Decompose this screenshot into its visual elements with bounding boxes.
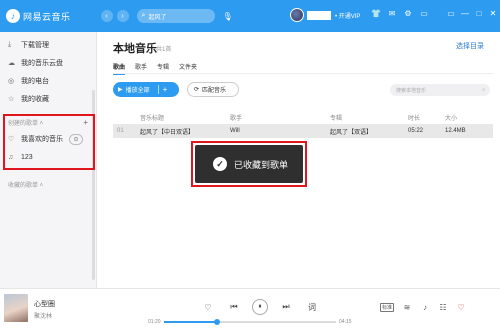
column-header-title[interactable]: 音乐标题 [127, 113, 230, 122]
section-title: 收藏的歌单 ˄ [8, 182, 44, 189]
logo-icon: ♪ [6, 9, 20, 23]
play-all-label: 播放全部 [125, 88, 150, 94]
tab-divider [113, 73, 493, 74]
sidebar-item-radio[interactable]: ◎ 我的电台 [0, 72, 96, 90]
sidebar-item-label: 我的收藏 [21, 96, 49, 103]
progress-handle[interactable] [214, 319, 221, 325]
row-size: 12.4MB [445, 128, 466, 134]
maximize-icon[interactable]: □ [472, 9, 486, 18]
highlight-frame-playlists [3, 114, 95, 170]
next-icon[interactable]: ⏭ [273, 302, 299, 312]
playlist-queue-icon[interactable]: ☷ [434, 303, 452, 312]
progress-fill [164, 321, 218, 323]
sidebar-item-label: 下载管理 [21, 42, 49, 49]
elapsed-time: 01:20 [148, 319, 161, 325]
app-logo[interactable]: ♪ 网易云音乐 [6, 9, 71, 23]
total-time: 04:15 [339, 319, 352, 325]
mini-player-icon[interactable]: ▭ [444, 9, 458, 18]
match-music-button[interactable]: ⟳ 匹配音乐 [187, 82, 239, 97]
search-value: 起风了 [148, 14, 167, 21]
app-window: ♪ 网易云音乐 ‹ › ⌕ 起风了 🎙 • 开通VIP 👕 ✉ ⚙ ▭ ▭ — … [0, 0, 500, 328]
now-playing-artist[interactable]: 聚沈林 [34, 311, 52, 320]
row-album[interactable]: 起风了【双语】 [330, 127, 408, 136]
sidebar-item-collection[interactable]: ☆ 我的收藏 [0, 90, 96, 108]
avatar[interactable] [290, 8, 304, 22]
heart-icon[interactable]: ♡ [452, 303, 470, 312]
user-area: • 开通VIP [290, 8, 360, 22]
app-name: 网易云音乐 [23, 11, 71, 22]
vip-link[interactable]: • 开通VIP [335, 11, 360, 20]
close-icon[interactable]: ✕ [486, 9, 500, 18]
row-artist[interactable]: Will [230, 128, 330, 134]
microphone-icon[interactable]: 🎙 [223, 12, 233, 21]
title-bar: ♪ 网易云音乐 ‹ › ⌕ 起风了 🎙 • 开通VIP 👕 ✉ ⚙ ▭ ▭ — … [0, 0, 500, 32]
row-title: 起风了【中日双语】 [140, 129, 195, 136]
gear-icon[interactable]: ⚙ [400, 9, 416, 18]
row-index: 01 [117, 128, 124, 134]
star-icon: ☆ [8, 96, 15, 103]
volume-icon[interactable]: ♪ [416, 303, 434, 312]
forward-button[interactable]: › [116, 10, 129, 22]
player-extra-controls: 标准 ≋ ♪ ☷ ♡ [380, 303, 470, 312]
pause-button[interactable]: ⏸ [252, 299, 268, 315]
header-icons: 👕 ✉ ⚙ ▭ [368, 9, 432, 18]
sidebar-item-label: 我的音乐云盘 [21, 60, 63, 67]
column-header-album[interactable]: 专辑 [330, 113, 408, 122]
search-icon: ⌕ [141, 12, 146, 19]
radio-icon: ◎ [8, 78, 15, 85]
back-button[interactable]: ‹ [100, 10, 113, 22]
collected-playlists-header[interactable]: 收藏的歌单 ˄ [0, 176, 96, 192]
local-search-placeholder: 搜索本地音乐 [396, 87, 427, 94]
sidebar-item-downloads[interactable]: ⤓ 下载管理 [0, 36, 96, 54]
match-label: 匹配音乐 [202, 88, 227, 94]
username-redacted[interactable] [307, 10, 331, 20]
local-search-input[interactable]: 搜索本地音乐 ⌕ [390, 84, 490, 96]
player-bar: 心型圈 聚沈林 ♡ ⏮ ⏸ ⏭ 词 01:20 04:15 标准 ≋ ♪ ☷ ♡ [0, 288, 500, 328]
sound-effect-icon[interactable]: ≋ [398, 303, 416, 312]
choose-directory-link[interactable]: 选择目录 [456, 41, 484, 51]
cloud-icon: ☁ [8, 60, 15, 67]
window-controls: ▭ — □ ✕ [444, 9, 500, 18]
row-duration: 05:22 [408, 128, 424, 134]
column-header-artist[interactable]: 歌手 [230, 113, 330, 122]
page-title: 本地音乐 [113, 43, 157, 55]
search-input[interactable]: ⌕ 起风了 [136, 9, 215, 23]
lyrics-button[interactable]: 词 [299, 302, 325, 313]
previous-icon[interactable]: ⏮ [221, 302, 247, 312]
song-count: 共1首 [156, 47, 172, 53]
progress-bar[interactable] [164, 319, 336, 325]
play-all-button[interactable]: ▶ 播放全部 + [113, 82, 179, 97]
add-to-queue-icon[interactable]: + [163, 85, 168, 94]
sidebar-item-label: 我的电台 [21, 78, 49, 85]
sidebar-item-cloud[interactable]: ☁ 我的音乐云盘 [0, 54, 96, 72]
search-icon: ⌕ [482, 87, 485, 93]
column-header-duration[interactable]: 时长 [408, 113, 445, 122]
quality-button[interactable]: 标准 [380, 303, 394, 312]
skin-icon[interactable]: 👕 [368, 9, 384, 18]
nav-arrows: ‹ › [100, 10, 133, 22]
like-icon[interactable]: ♡ [195, 303, 221, 312]
column-header-size[interactable]: 大小 [445, 113, 485, 122]
play-icon: ▶ [118, 87, 123, 93]
mini-mode-icon[interactable]: ▭ [416, 9, 432, 18]
now-playing-title[interactable]: 心型圈 [34, 299, 55, 309]
mail-icon[interactable]: ✉ [384, 9, 400, 18]
minimize-icon[interactable]: — [458, 9, 472, 18]
refresh-icon: ⟳ [194, 87, 200, 93]
table-row[interactable]: 01 起风了【中日双语】 Will 起风了【双语】 05:22 12.4MB [113, 124, 493, 138]
highlight-frame-toast [191, 141, 307, 187]
album-cover[interactable] [4, 294, 28, 322]
table-header: 音乐标题 歌手 专辑 时长 大小 [113, 110, 493, 124]
divider [157, 85, 159, 94]
download-icon: ⤓ [8, 41, 12, 48]
playback-controls: ♡ ⏮ ⏸ ⏭ 词 [195, 299, 325, 315]
